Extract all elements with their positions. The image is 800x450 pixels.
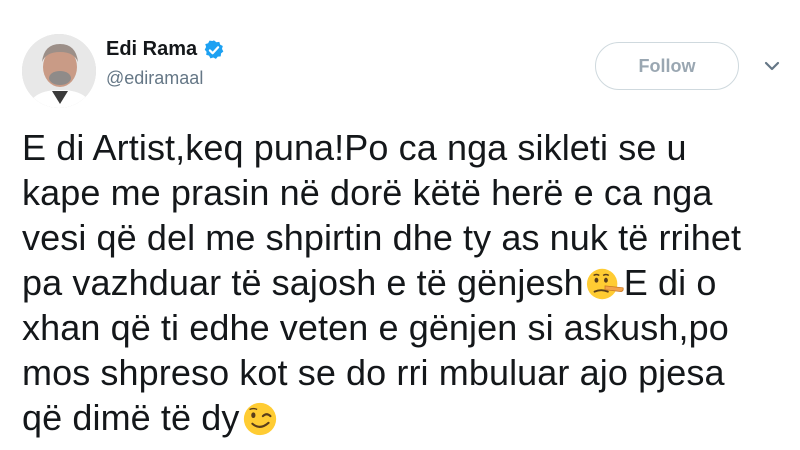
tweet-line: xhan që ti edhe veten e gënjen si askush… [22, 307, 729, 348]
follow-button[interactable]: Follow [595, 42, 739, 90]
display-name-text: Edi Rama [106, 38, 198, 60]
tweet-line: kape me prasin në dorë këtë herë e ca ng… [22, 172, 713, 213]
tweet-line: vesi që del me shpirtin dhe ty as nuk të… [22, 217, 742, 258]
tweet-line: E di Artist,keq puna!Po ca nga sikleti s… [22, 127, 687, 168]
tweet-line: pa vazhduar të sajosh e të gënjesh E di … [22, 260, 792, 305]
tweet-line-text: pa vazhduar të sajosh e të gënjesh [22, 262, 584, 303]
tweet-line-text: që dimë të dy [22, 397, 240, 438]
avatar[interactable] [22, 34, 96, 108]
avatar-photo [22, 34, 96, 108]
tweet-line: mos shpreso kot se do rri mbuluar ajo pj… [22, 352, 725, 393]
user-handle[interactable]: @ediramaal [106, 68, 203, 89]
verified-badge-icon [204, 39, 224, 59]
tweet-line: që dimë të dy [22, 395, 792, 440]
tweet-line-text: E di o [623, 262, 717, 303]
tweet-text: E di Artist,keq puna!Po ca nga sikleti s… [22, 125, 792, 440]
lying-face-emoji-icon [586, 268, 624, 300]
winking-face-emoji-icon [244, 402, 277, 436]
display-name[interactable]: Edi Rama [106, 38, 225, 61]
chevron-down-icon[interactable] [760, 56, 784, 76]
